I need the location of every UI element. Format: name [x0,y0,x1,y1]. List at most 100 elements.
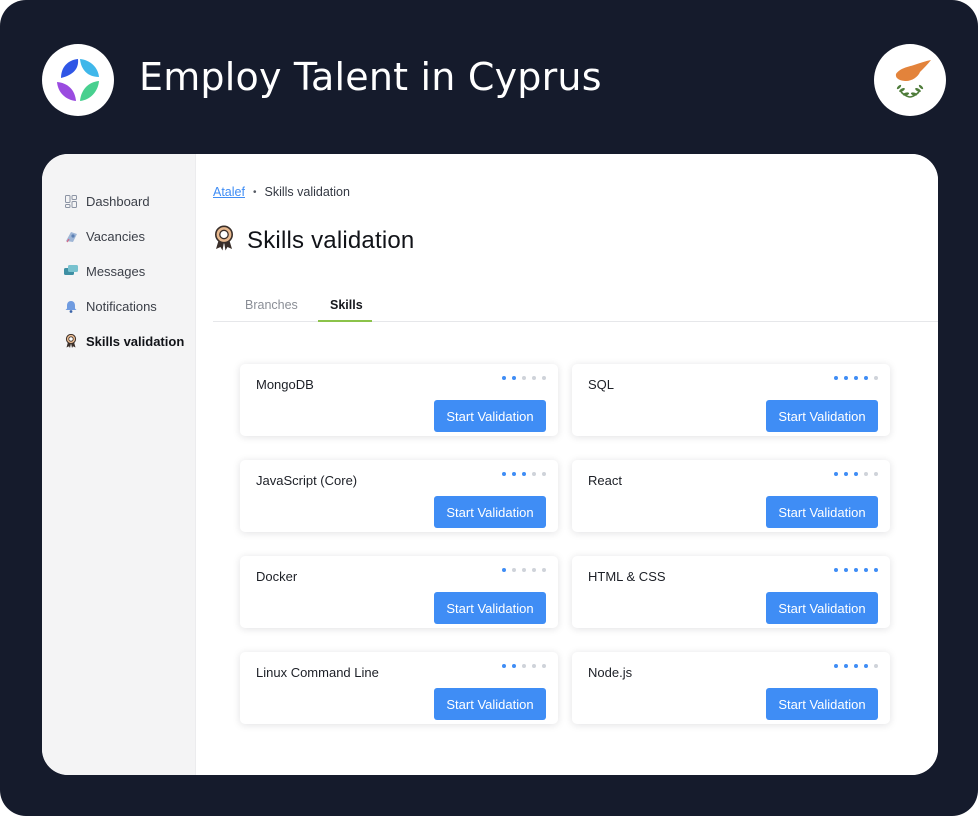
level-dot-filled [874,568,878,572]
level-dot-empty [542,376,546,380]
level-dot-filled [502,472,506,476]
breadcrumb: Atalef • Skills validation [213,185,350,199]
active-tab-indicator [318,320,372,322]
level-dot-filled [502,376,506,380]
level-dot-empty [532,664,536,668]
level-dot-filled [512,664,516,668]
skill-card: React Start Validation [572,460,890,532]
level-dot-filled [854,664,858,668]
breadcrumb-current: Skills validation [264,185,350,199]
sidebar-item-vacancies[interactable]: Vacancies [64,226,145,246]
level-dot-empty [522,568,526,572]
level-dot-filled [844,664,848,668]
level-dot-empty [874,376,878,380]
skill-name: Docker [256,569,298,584]
breadcrumb-separator: • [252,186,257,198]
skill-level-indicator [502,376,546,380]
skill-card: HTML & CSS Start Validation [572,556,890,628]
start-validation-button[interactable]: Start Validation [434,400,546,432]
level-dot-empty [542,568,546,572]
level-dot-empty [512,568,516,572]
level-dot-filled [854,376,858,380]
level-dot-empty [532,472,536,476]
level-dot-filled [834,472,838,476]
skill-card: Docker Start Validation [240,556,558,628]
level-dot-filled [512,376,516,380]
skill-name: Linux Command Line [256,665,379,680]
skill-name: Node.js [588,665,633,680]
award-icon [64,334,78,348]
tab-bar: Branches Skills [213,290,938,322]
skill-name: JavaScript (Core) [256,473,358,488]
start-validation-button[interactable]: Start Validation [434,592,546,624]
level-dot-filled [854,568,858,572]
bell-icon [64,299,78,313]
skill-card: Linux Command Line Start Validation [240,652,558,724]
skill-level-indicator [502,472,546,476]
skill-level-indicator [834,568,878,572]
skill-name: MongoDB [256,377,314,392]
level-dot-filled [844,568,848,572]
tab-branches[interactable]: Branches [245,298,298,312]
level-dot-filled [512,472,516,476]
level-dot-empty [532,568,536,572]
sidebar-item-skills-validation[interactable]: Skills validation [64,331,184,351]
level-dot-filled [864,568,868,572]
sidebar: Dashboard Vacancies Messages Notificatio… [42,154,196,775]
skill-card: Node.js Start Validation [572,652,890,724]
level-dot-empty [542,472,546,476]
level-dot-filled [502,568,506,572]
skill-card: JavaScript (Core) Start Validation [240,460,558,532]
main-content: Atalef • Skills validation Skills valida… [197,154,938,775]
skill-card: MongoDB Start Validation [240,364,558,436]
level-dot-filled [864,376,868,380]
start-validation-button[interactable]: Start Validation [434,496,546,528]
level-dot-empty [864,472,868,476]
skill-level-indicator [502,568,546,572]
hero-title: Employ Talent in Cyprus [139,55,602,99]
level-dot-filled [864,664,868,668]
skill-card: SQL Start Validation [572,364,890,436]
skill-name: React [588,473,622,488]
skill-name: HTML & CSS [588,569,666,584]
sidebar-item-label: Messages [86,263,146,279]
start-validation-button[interactable]: Start Validation [434,688,546,720]
skill-level-indicator [834,376,878,380]
level-dot-empty [874,472,878,476]
dashboard-icon [64,194,78,208]
sidebar-item-notifications[interactable]: Notifications [64,296,157,316]
promo-frame: Employ Talent in Cyprus Dashboard Vacanc… [0,0,978,816]
sidebar-item-messages[interactable]: Messages [64,261,145,281]
level-dot-filled [834,376,838,380]
start-validation-button[interactable]: Start Validation [766,496,878,528]
level-dot-filled [834,568,838,572]
vacancies-icon [64,229,78,243]
sidebar-item-label: Notifications [86,298,157,314]
sidebar-item-label: Vacancies [86,228,146,244]
skill-name: SQL [588,377,615,392]
level-dot-filled [502,664,506,668]
start-validation-button[interactable]: Start Validation [766,688,878,720]
start-validation-button[interactable]: Start Validation [766,400,878,432]
sidebar-item-dashboard[interactable]: Dashboard [64,191,150,211]
award-icon [213,225,235,256]
logo-icon [57,59,99,101]
breadcrumb-link-home[interactable]: Atalef [213,185,245,199]
level-dot-empty [874,664,878,668]
flag-badge [874,44,946,116]
logo-badge [42,44,114,116]
skill-level-indicator [502,664,546,668]
page-title: Skills validation [247,226,415,254]
page-header: Skills validation [213,225,414,256]
tab-skills[interactable]: Skills [330,298,363,312]
level-dot-filled [844,472,848,476]
level-dot-filled [522,472,526,476]
sidebar-item-label: Skills validation [86,333,185,349]
level-dot-filled [844,376,848,380]
level-dot-empty [522,664,526,668]
level-dot-filled [854,472,858,476]
level-dot-filled [834,664,838,668]
level-dot-empty [522,376,526,380]
start-validation-button[interactable]: Start Validation [766,592,878,624]
messages-icon [64,264,78,278]
